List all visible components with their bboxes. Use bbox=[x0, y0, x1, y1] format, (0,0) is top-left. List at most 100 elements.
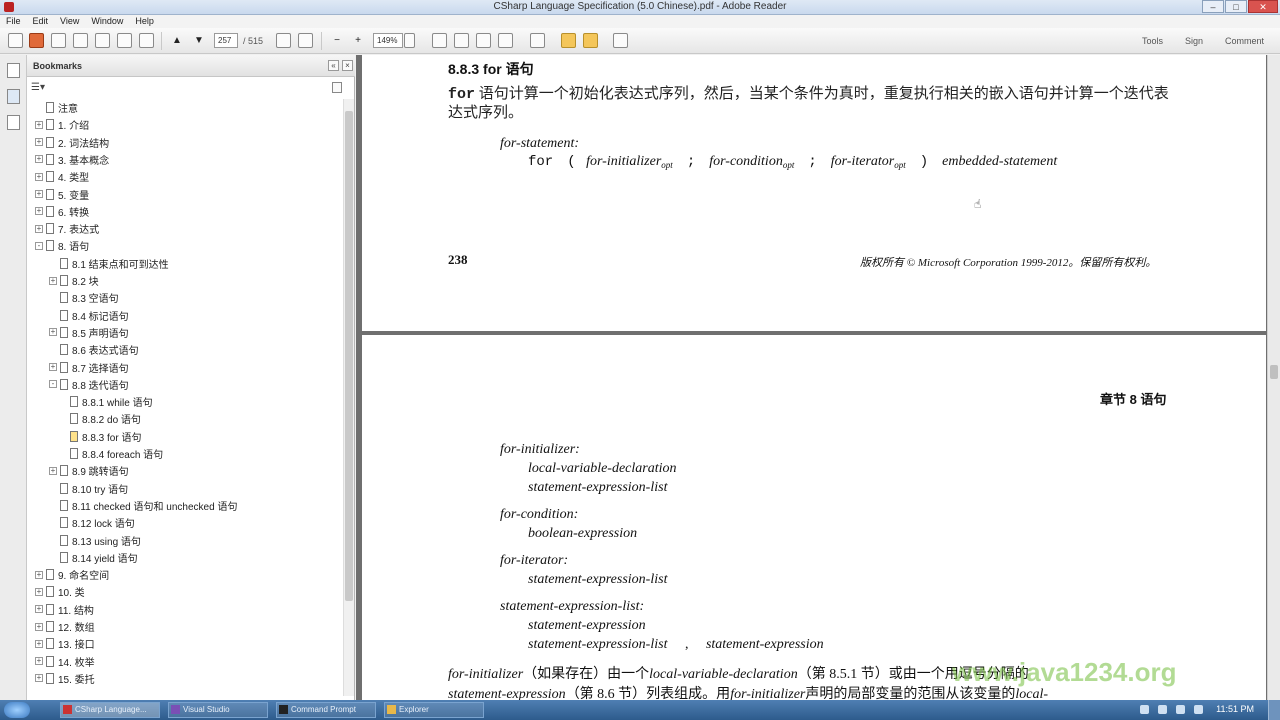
bookmark-item[interactable]: 8.3 空语句 bbox=[49, 289, 119, 306]
document-icon[interactable] bbox=[95, 33, 110, 48]
menu-view[interactable]: View bbox=[54, 15, 85, 28]
sign-pane-button[interactable]: Sign bbox=[1185, 36, 1203, 46]
menu-help[interactable]: Help bbox=[129, 15, 160, 28]
bookmark-item[interactable]: +15. 委托 bbox=[35, 670, 95, 687]
document-scrollbar[interactable] bbox=[1267, 55, 1280, 700]
bookmark-item[interactable]: +8.2 块 bbox=[49, 272, 99, 289]
maximize-button[interactable]: □ bbox=[1225, 0, 1247, 13]
expand-icon[interactable]: + bbox=[49, 276, 57, 285]
bookmark-item[interactable]: 8.6 表达式语句 bbox=[49, 341, 139, 358]
bookmark-item[interactable]: +8.7 选择语句 bbox=[49, 359, 129, 376]
expand-icon[interactable]: + bbox=[35, 172, 43, 181]
document-scrollbar-thumb[interactable] bbox=[1270, 365, 1278, 379]
bookmark-item[interactable]: 8.1 结束点和可到达性 bbox=[49, 255, 169, 272]
options-dropdown-icon[interactable]: ☰▾ bbox=[31, 82, 45, 93]
comment-icon[interactable] bbox=[530, 33, 545, 48]
create-pdf-icon[interactable] bbox=[8, 33, 23, 48]
save-icon[interactable] bbox=[73, 33, 88, 48]
document-view[interactable]: 8.8.3 for 语句 for 语句计算一个初始化表达式序列，然后，当某个条件… bbox=[356, 55, 1280, 700]
bookmark-item[interactable]: +3. 基本概念 bbox=[35, 151, 109, 168]
menu-window[interactable]: Window bbox=[85, 15, 129, 28]
zoom-level-input[interactable]: 149% bbox=[373, 33, 403, 48]
minimize-button[interactable]: – bbox=[1202, 0, 1224, 13]
bookmarks-scrollbar-thumb[interactable] bbox=[345, 111, 353, 601]
email-icon[interactable] bbox=[139, 33, 154, 48]
taskbar-item-visual-studio[interactable]: Visual Studio bbox=[168, 702, 268, 718]
comment-pane-button[interactable]: Comment bbox=[1225, 36, 1264, 46]
zoom-dropdown-icon[interactable] bbox=[404, 33, 415, 48]
expand-icon[interactable]: + bbox=[35, 639, 43, 648]
taskbar-item-command-prompt[interactable]: Command Prompt bbox=[276, 702, 376, 718]
collapse-icon[interactable]: - bbox=[49, 380, 57, 389]
delete-bookmark-icon[interactable] bbox=[332, 82, 342, 93]
bookmark-item[interactable]: +8.5 声明语句 bbox=[49, 324, 129, 341]
edit-icon[interactable] bbox=[51, 33, 66, 48]
expand-icon[interactable]: + bbox=[35, 570, 43, 579]
bookmark-item[interactable]: +5. 变量 bbox=[35, 186, 89, 203]
open-icon[interactable] bbox=[29, 33, 44, 48]
taskbar-item-explorer[interactable]: Explorer bbox=[384, 702, 484, 718]
bookmark-item[interactable]: 8.14 yield 语句 bbox=[49, 549, 138, 566]
bookmark-item[interactable]: +4. 类型 bbox=[35, 168, 89, 185]
sticky-note-icon[interactable] bbox=[583, 33, 598, 48]
fit-width-icon[interactable] bbox=[454, 33, 469, 48]
expand-icon[interactable]: + bbox=[35, 224, 43, 233]
expand-icon[interactable]: + bbox=[35, 587, 43, 596]
attachments-icon[interactable] bbox=[7, 115, 20, 130]
highlight-icon[interactable] bbox=[561, 33, 576, 48]
expand-icon[interactable]: + bbox=[35, 674, 43, 683]
expand-icon[interactable]: + bbox=[35, 657, 43, 666]
taskbar-clock[interactable]: 11:51 PM bbox=[1216, 704, 1254, 714]
bookmark-item[interactable]: +10. 类 bbox=[35, 583, 85, 600]
bookmark-item[interactable]: 8.13 using 语句 bbox=[49, 532, 141, 549]
expand-icon[interactable]: + bbox=[35, 155, 43, 164]
select-tool-icon[interactable] bbox=[276, 33, 291, 48]
bookmark-item[interactable]: 8.10 try 语句 bbox=[49, 480, 128, 497]
tray-flag-icon[interactable] bbox=[1176, 705, 1185, 714]
page-number-input[interactable]: 257 bbox=[214, 33, 238, 48]
bookmark-item[interactable]: 8.8.4 foreach 语句 bbox=[59, 445, 163, 462]
bookmark-item[interactable]: +13. 接口 bbox=[35, 635, 95, 652]
tools-pane-button[interactable]: Tools bbox=[1142, 36, 1163, 46]
sign-tool-icon[interactable] bbox=[613, 33, 628, 48]
full-screen-icon[interactable] bbox=[498, 33, 513, 48]
bookmarks-icon[interactable] bbox=[7, 89, 20, 104]
zoom-in-icon[interactable]: + bbox=[351, 33, 365, 48]
close-button[interactable]: ✕ bbox=[1248, 0, 1278, 13]
expand-icon[interactable]: + bbox=[35, 605, 43, 614]
bookmark-item[interactable]: 8.8.1 while 语句 bbox=[59, 393, 153, 410]
page-thumbnails-icon[interactable] bbox=[7, 63, 20, 78]
fit-page-icon[interactable] bbox=[432, 33, 447, 48]
bookmark-item[interactable]: +9. 命名空间 bbox=[35, 566, 109, 583]
bookmark-item[interactable]: 注意 bbox=[35, 99, 78, 116]
bookmark-item[interactable]: 8.4 标记语句 bbox=[49, 307, 129, 324]
previous-page-icon[interactable]: ▲ bbox=[170, 33, 184, 48]
tray-volume-icon[interactable] bbox=[1158, 705, 1167, 714]
hand-tool-icon[interactable] bbox=[298, 33, 313, 48]
bookmark-item[interactable]: +1. 介绍 bbox=[35, 116, 89, 133]
expand-icon[interactable]: + bbox=[49, 328, 57, 337]
expand-icon[interactable]: + bbox=[35, 207, 43, 216]
bookmark-item[interactable]: 8.8.2 do 语句 bbox=[59, 410, 141, 427]
zoom-out-icon[interactable]: − bbox=[330, 33, 344, 48]
bookmark-item[interactable]: - 8. 语句 bbox=[35, 237, 89, 254]
print-icon[interactable] bbox=[117, 33, 132, 48]
bookmarks-scrollbar[interactable] bbox=[343, 99, 354, 696]
expand-icon[interactable]: + bbox=[35, 120, 43, 129]
next-page-icon[interactable]: ▼ bbox=[192, 33, 206, 48]
expand-icon[interactable]: + bbox=[35, 622, 43, 631]
tray-network-icon[interactable] bbox=[1140, 705, 1149, 714]
tray-power-icon[interactable] bbox=[1194, 705, 1203, 714]
bookmark-item[interactable]: +6. 转换 bbox=[35, 203, 89, 220]
bookmark-item[interactable]: +14. 枚举 bbox=[35, 653, 95, 670]
bookmark-item[interactable]: +8.9 跳转语句 bbox=[49, 462, 129, 479]
menu-edit[interactable]: Edit bbox=[27, 15, 55, 28]
taskbar-item-reader[interactable]: CSharp Language... bbox=[60, 702, 160, 718]
bookmark-item[interactable]: 8.11 checked 语句和 unchecked 语句 bbox=[49, 497, 237, 514]
bookmark-item[interactable]: +2. 词法结构 bbox=[35, 134, 109, 151]
start-button[interactable] bbox=[4, 702, 30, 718]
bookmark-item[interactable]: - 8.8 迭代语句 bbox=[49, 376, 129, 393]
menu-file[interactable]: File bbox=[0, 15, 27, 28]
bookmark-item[interactable]: 8.8.3 for 语句 bbox=[59, 428, 141, 445]
bookmark-item[interactable]: 8.12 lock 语句 bbox=[49, 514, 135, 531]
